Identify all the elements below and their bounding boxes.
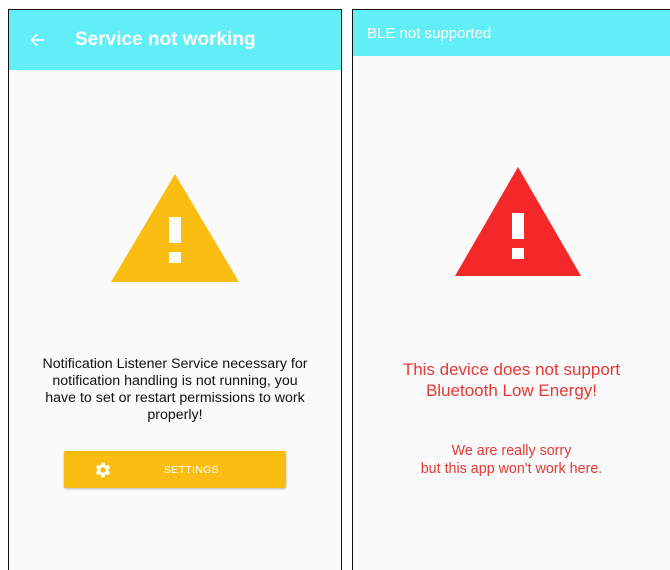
- arrow-back-icon: [30, 33, 44, 47]
- app-bar: BLE not supported: [353, 10, 670, 56]
- service-error-message: Notification Listener Service necessary …: [42, 356, 308, 423]
- settings-button-label: SETTINGS: [164, 463, 219, 476]
- settings-button[interactable]: SETTINGS: [64, 451, 286, 488]
- ble-error-message: This device does not support Bluetooth Lo…: [402, 360, 621, 400]
- gear-icon: [94, 461, 112, 479]
- warning-triangle-icon: [111, 174, 239, 282]
- ble-not-supported-screen: BLE not supported This device does not s…: [352, 9, 670, 570]
- page-title: BLE not supported: [367, 24, 492, 42]
- warning-triangle-icon: [455, 167, 581, 276]
- page-title: Service not working: [75, 29, 256, 50]
- back-button[interactable]: [23, 26, 51, 54]
- service-not-working-screen: Service not working Notification Listene…: [8, 9, 342, 570]
- apology-message: We are really sorry but this app won't wo…: [420, 443, 603, 477]
- app-bar: Service not working: [9, 10, 341, 70]
